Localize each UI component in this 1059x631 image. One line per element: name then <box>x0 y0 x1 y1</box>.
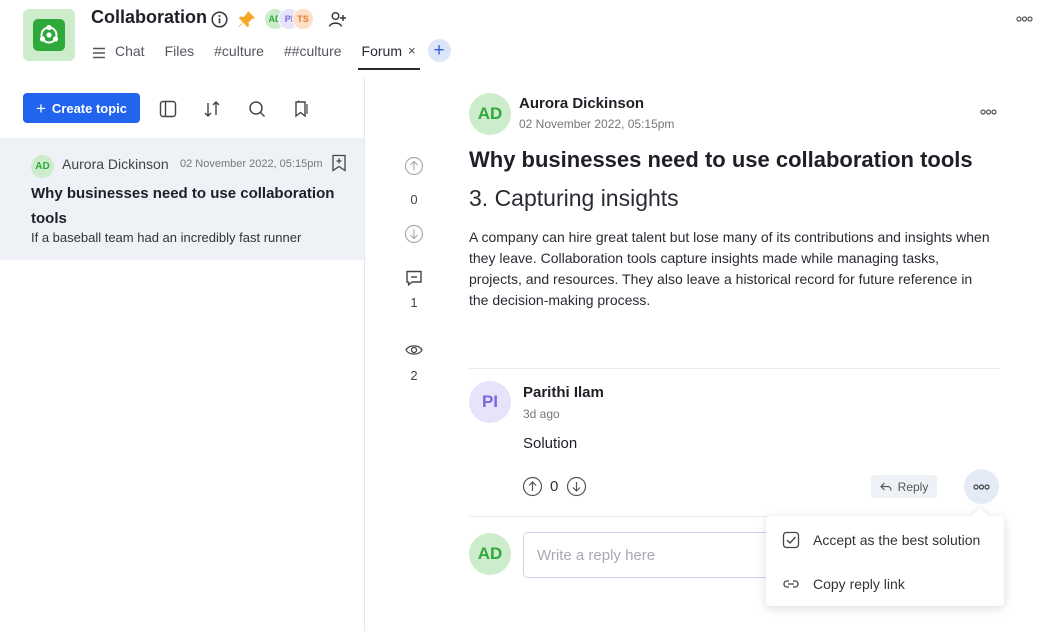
vote-count: 0 <box>410 192 418 207</box>
topic-author: Aurora Dickinson <box>62 156 169 172</box>
reply-button-label: Reply <box>897 479 929 494</box>
post-more-icon[interactable] <box>980 107 997 118</box>
member-avatars[interactable]: AD PI TS <box>264 8 324 30</box>
reply-vote-count: 0 <box>550 478 559 495</box>
plus-icon: + <box>35 98 46 118</box>
reply-button[interactable]: Reply <box>871 475 937 498</box>
reply-downvote-icon[interactable] <box>566 476 587 502</box>
check-square-icon <box>782 531 800 549</box>
avatar: AD <box>31 155 54 178</box>
tab-forum[interactable]: Forum × <box>357 38 420 70</box>
avatar: AD <box>469 533 511 575</box>
sidebar-toggle-icon[interactable] <box>158 99 178 119</box>
bookmark-add-icon[interactable] <box>331 154 347 177</box>
reply-icon <box>879 482 892 491</box>
menu-item-accept-solution[interactable]: Accept as the best solution <box>766 520 1004 560</box>
close-icon[interactable]: × <box>408 43 416 58</box>
search-icon[interactable] <box>247 99 267 119</box>
post-author: Aurora Dickinson <box>519 95 645 112</box>
tab-culture[interactable]: #culture <box>214 38 264 70</box>
topic-list-item[interactable]: AD Aurora Dickinson 02 November 2022, 05… <box>0 138 364 260</box>
topic-date: 02 November 2022, 05:15pm <box>180 158 323 170</box>
upvote-icon[interactable] <box>398 156 430 176</box>
create-topic-button[interactable]: + Create topic <box>23 93 140 123</box>
tab-files[interactable]: Files <box>165 38 195 70</box>
post-subtitle: 3. Capturing insights <box>469 185 679 211</box>
reply-upvote-icon[interactable] <box>522 476 543 502</box>
divider <box>469 368 1000 369</box>
reply-time: 3d ago <box>523 407 560 421</box>
tab-chat[interactable]: Chat <box>115 38 145 70</box>
menu-item-label: Copy reply link <box>813 576 905 592</box>
avatar: AD <box>469 93 511 135</box>
app-logo <box>23 9 75 61</box>
post-title: Why businesses need to use collaboration… <box>469 147 973 172</box>
panel-divider <box>364 78 365 631</box>
downvote-icon[interactable] <box>398 224 430 244</box>
post-body: A company can hire great talent but lose… <box>469 229 990 308</box>
views-icon <box>398 343 430 357</box>
sort-icon[interactable] <box>202 99 222 119</box>
tab-forum-label: Forum <box>361 43 402 59</box>
link-icon <box>782 575 800 593</box>
topic-title: Why businesses need to use collaboration… <box>31 185 335 227</box>
page-title: Collaboration <box>91 7 207 27</box>
create-topic-label: Create topic <box>51 100 128 116</box>
comment-icon[interactable] <box>398 269 430 287</box>
more-options-icon[interactable] <box>1016 14 1033 25</box>
menu-icon[interactable] <box>91 38 107 70</box>
reply-text: Solution <box>523 435 578 452</box>
tab-culture-2[interactable]: ##culture <box>284 38 342 70</box>
reply-author: Parithi Ilam <box>523 384 604 401</box>
avatar: PI <box>469 381 511 423</box>
info-icon[interactable] <box>210 10 228 28</box>
add-member-icon[interactable] <box>327 9 347 29</box>
reply-context-menu: Accept as the best solution Copy reply l… <box>766 507 1004 606</box>
topic-snippet: If a baseball team had an incredibly fas… <box>31 230 302 245</box>
menu-item-label: Accept as the best solution <box>813 532 981 548</box>
post-date: 02 November 2022, 05:15pm <box>519 117 675 131</box>
menu-item-copy-link[interactable]: Copy reply link <box>766 564 1004 604</box>
topic-sidebar: + Create topic AD Aurora Dickinson 02 No… <box>0 78 364 631</box>
bookmarks-icon[interactable] <box>291 99 311 119</box>
add-tab-button[interactable]: + <box>427 39 451 62</box>
avatar: TS <box>292 8 314 30</box>
pin-icon[interactable] <box>236 9 256 29</box>
view-count: 2 <box>410 368 418 383</box>
tab-bar: Chat Files #culture ##culture Forum × + <box>91 38 451 70</box>
reply-more-button[interactable] <box>964 469 999 504</box>
comment-count: 1 <box>410 295 418 310</box>
